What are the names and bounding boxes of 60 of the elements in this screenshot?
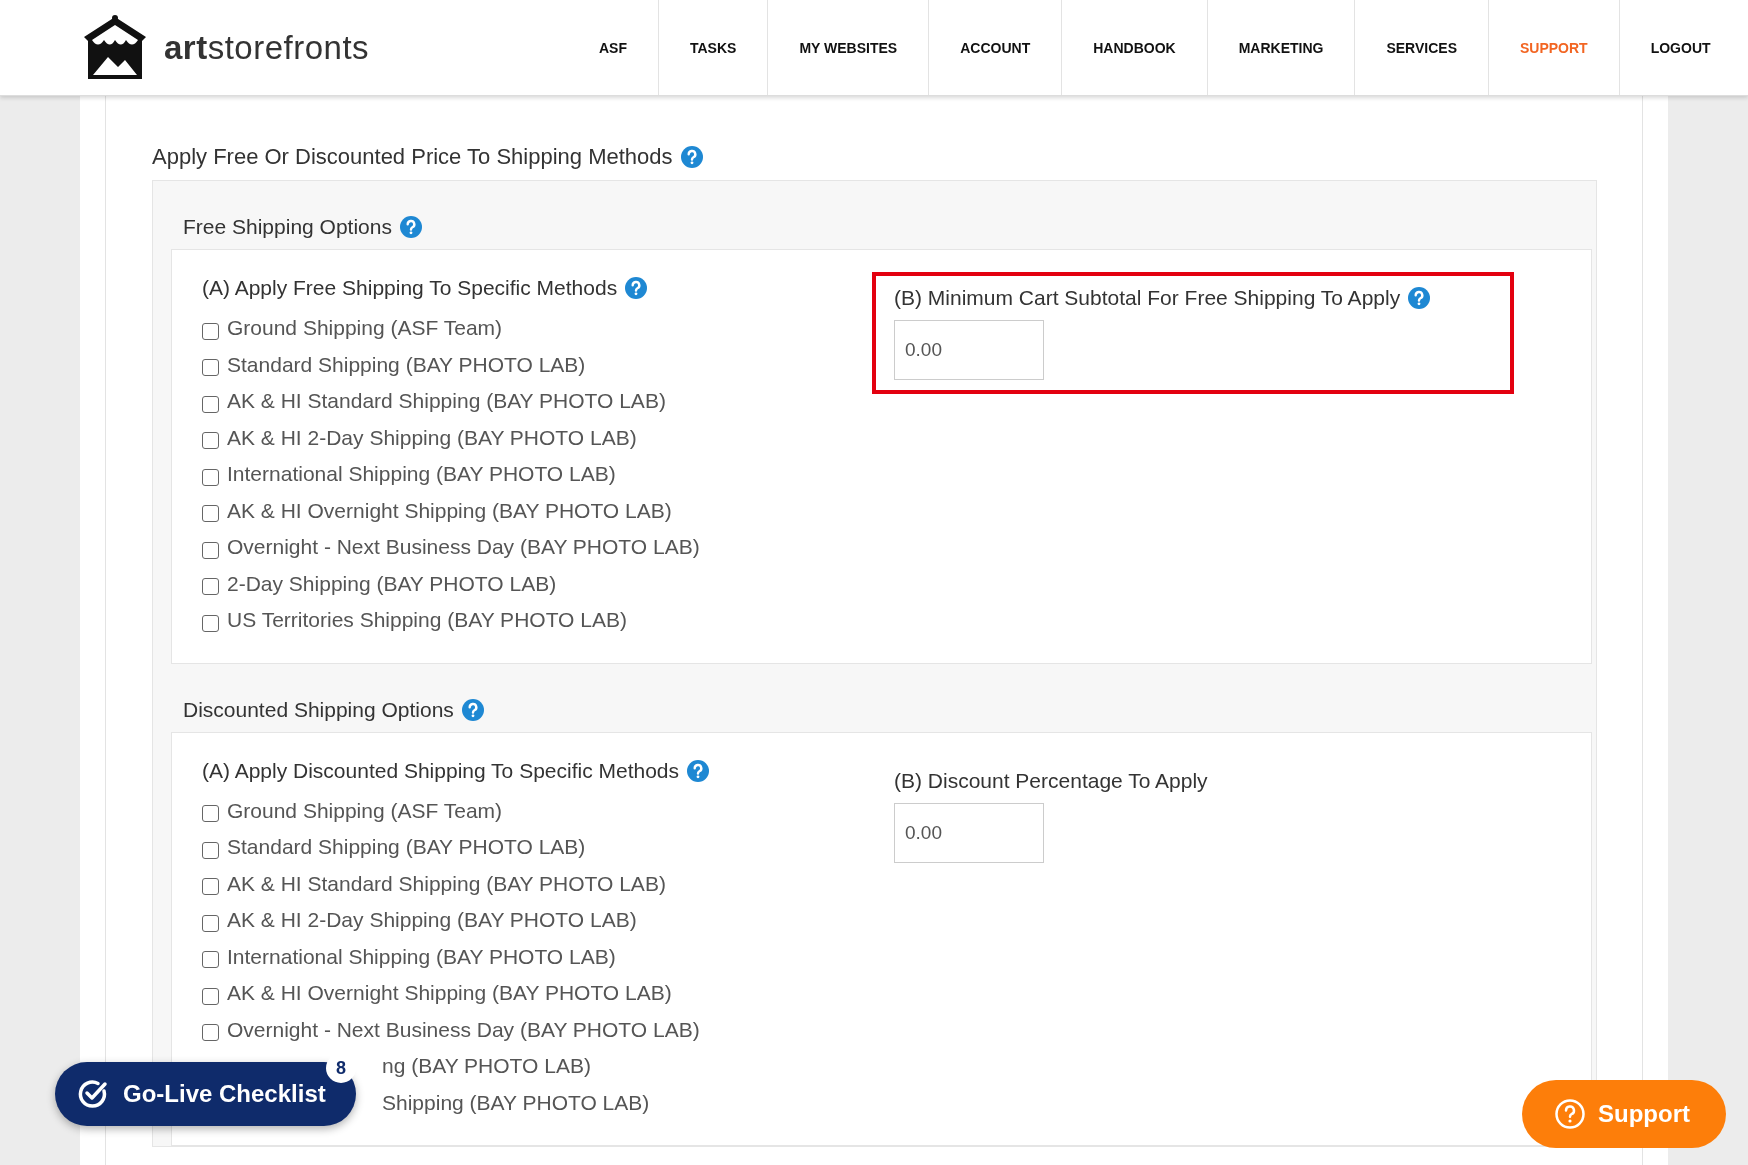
checkbox[interactable] xyxy=(202,914,219,932)
amount-field[interactable]: 0.00 xyxy=(894,802,1044,863)
checkbox-label: Shipping (BAY PHOTO LAB) xyxy=(382,1090,650,1115)
checkbox-label: Standard Shipping (BAY PHOTO LAB) xyxy=(227,352,586,377)
checkbox-label: AK & HI Overnight Shipping (BAY PHOTO LAB) xyxy=(227,498,672,523)
checkbox[interactable] xyxy=(202,878,219,896)
check-circle-icon xyxy=(77,1078,109,1110)
nav-link[interactable]: LOGOUT xyxy=(1618,0,1742,95)
checkbox[interactable] xyxy=(202,359,219,377)
checkbox[interactable] xyxy=(202,541,219,559)
nav-link[interactable]: ACCOUNT xyxy=(928,0,1062,95)
checkbox[interactable] xyxy=(202,951,219,969)
checkbox-label: 2-Day Shipping (BAY PHOTO LAB) xyxy=(227,571,557,596)
page-title: Apply Free Or Discounted Price To Shipping Methods xyxy=(152,144,673,170)
checkbox-label: ng (BAY PHOTO LAB) xyxy=(382,1054,591,1079)
checkbox[interactable] xyxy=(202,805,219,823)
nav-link[interactable]: SERVICES xyxy=(1354,0,1488,95)
checkbox-label: Overnight - Next Business Day (BAY PHOTO LAB) xyxy=(227,1017,700,1042)
checkbox[interactable] xyxy=(202,432,219,450)
help-icon xyxy=(1554,1098,1586,1130)
checkbox-label: AK & HI Standard Shipping (BAY PHOTO LAB) xyxy=(227,871,666,896)
checkbox-label: AK & HI Standard Shipping (BAY PHOTO LAB) xyxy=(227,389,666,414)
checkbox[interactable] xyxy=(202,468,219,486)
checkbox-label: Ground Shipping (ASF Team) xyxy=(227,798,503,823)
help-icon[interactable] xyxy=(461,698,484,721)
checkbox-label: US Territories Shipping (BAY PHOTO LAB) xyxy=(227,608,627,633)
checkbox-label: Ground Shipping (ASF Team) xyxy=(227,316,503,341)
checkbox[interactable] xyxy=(202,987,219,1005)
checkbox-label: International Shipping (BAY PHOTO LAB) xyxy=(227,944,616,969)
amount-field[interactable]: 0.00 xyxy=(894,320,1044,380)
checkbox-label: International Shipping (BAY PHOTO LAB) xyxy=(227,462,616,487)
column-title: (B) Discount Percentage To Apply xyxy=(894,768,1208,793)
help-icon[interactable] xyxy=(1408,287,1431,309)
column-title: (A) Apply Discounted Shipping To Specific Methods xyxy=(202,758,680,783)
help-icon[interactable] xyxy=(680,146,703,168)
checkbox[interactable] xyxy=(202,841,219,859)
checkbox[interactable] xyxy=(202,1024,219,1042)
nav-link[interactable]: HANDBOOK xyxy=(1061,0,1207,95)
checkbox-label: AK & HI 2-Day Shipping (BAY PHOTO LAB) xyxy=(227,425,637,450)
section-title: Free Shipping Options xyxy=(183,215,392,239)
checkbox[interactable] xyxy=(202,578,219,596)
checkbox[interactable] xyxy=(202,614,219,632)
checkbox-label: AK & HI Overnight Shipping (BAY PHOTO LAB) xyxy=(227,981,672,1006)
nav-link[interactable]: ASF xyxy=(568,0,658,95)
section-title: Discounted Shipping Options xyxy=(183,697,454,722)
nav-link[interactable]: MY WEBSITES xyxy=(767,0,929,95)
help-icon[interactable] xyxy=(625,277,648,299)
checkbox[interactable] xyxy=(202,505,219,523)
checkbox-label: AK & HI 2-Day Shipping (BAY PHOTO LAB) xyxy=(227,908,637,933)
nav-link[interactable]: TASKS xyxy=(658,0,768,95)
checkbox-label: Standard Shipping (BAY PHOTO LAB) xyxy=(227,835,586,860)
checkbox[interactable] xyxy=(202,322,219,340)
help-icon[interactable] xyxy=(687,759,710,782)
checkbox[interactable] xyxy=(202,395,219,413)
column-title: (A) Apply Free Shipping To Specific Methods xyxy=(202,276,618,300)
logo-text: artstorefronts xyxy=(164,28,370,67)
checkbox-label: Overnight - Next Business Day (BAY PHOTO LAB) xyxy=(227,535,700,560)
nav-link[interactable]: MARKETING xyxy=(1206,0,1355,95)
column-title: (B) Minimum Cart Subtotal For Free Shipping To Apply xyxy=(894,286,1401,310)
help-icon[interactable] xyxy=(399,216,422,238)
